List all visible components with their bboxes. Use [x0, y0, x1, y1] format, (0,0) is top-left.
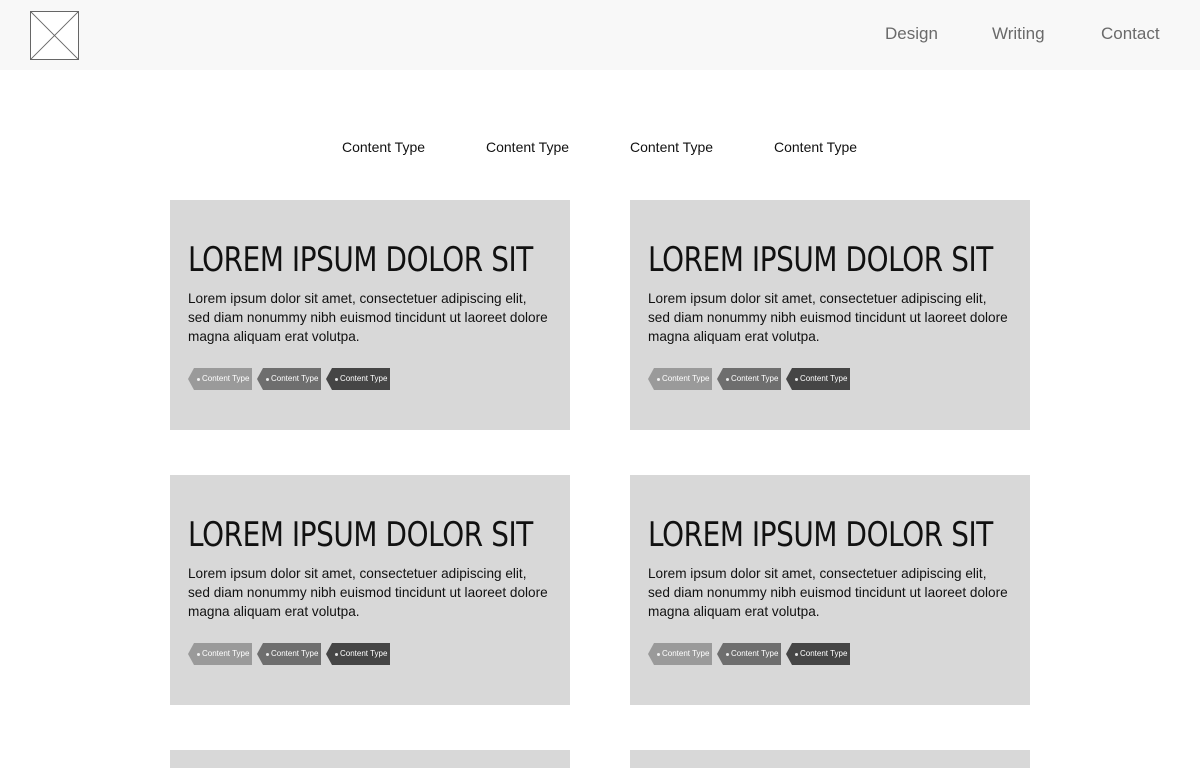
nav-link-writing[interactable]: Writing [992, 24, 1045, 46]
content-card-partial[interactable] [630, 750, 1030, 768]
tag-content-type[interactable]: Content Type [188, 643, 252, 665]
card-description: Lorem ipsum dolor sit amet, consectetuer… [648, 291, 1008, 344]
card-title: Lorem ipsum dolor sit [188, 515, 533, 555]
filter-content-type-1[interactable]: Content Type [342, 139, 425, 155]
tag-content-type[interactable]: Content Type [326, 643, 390, 665]
card-tags: Content Type Content Type Content Type [188, 368, 552, 390]
card-tags: Content Type Content Type Content Type [648, 643, 1012, 665]
tag-content-type[interactable]: Content Type [786, 643, 850, 665]
content-card[interactable]: Lorem ipsum dolor sit Lorem ipsum dolor … [630, 200, 1030, 430]
card-title: Lorem ipsum dolor sit [188, 240, 533, 280]
card-title: Lorem ipsum dolor sit [648, 240, 993, 280]
site-header: Design Writing Contact [0, 0, 1200, 70]
tag-content-type[interactable]: Content Type [326, 368, 390, 390]
card-tags: Content Type Content Type Content Type [648, 368, 1012, 390]
card-description: Lorem ipsum dolor sit amet, consectetuer… [188, 566, 548, 619]
nav-link-contact[interactable]: Contact [1101, 24, 1160, 46]
card-tags: Content Type Content Type Content Type [188, 643, 552, 665]
content-card[interactable]: Lorem ipsum dolor sit Lorem ipsum dolor … [630, 475, 1030, 705]
tag-content-type[interactable]: Content Type [257, 643, 321, 665]
card-title: Lorem ipsum dolor sit [648, 515, 993, 555]
nav-link-design[interactable]: Design [885, 24, 938, 46]
card-description: Lorem ipsum dolor sit amet, consectetuer… [188, 291, 548, 344]
tag-content-type[interactable]: Content Type [717, 368, 781, 390]
filter-content-type-4[interactable]: Content Type [774, 139, 857, 155]
tag-content-type[interactable]: Content Type [257, 368, 321, 390]
tag-content-type[interactable]: Content Type [648, 643, 712, 665]
content-card[interactable]: Lorem ipsum dolor sit Lorem ipsum dolor … [170, 200, 570, 430]
tag-content-type[interactable]: Content Type [786, 368, 850, 390]
tag-content-type[interactable]: Content Type [188, 368, 252, 390]
filter-content-type-3[interactable]: Content Type [630, 139, 713, 155]
card-description: Lorem ipsum dolor sit amet, consectetuer… [648, 566, 1008, 619]
content-card-partial[interactable] [170, 750, 570, 768]
tag-content-type[interactable]: Content Type [648, 368, 712, 390]
logo-placeholder-icon[interactable] [30, 11, 79, 60]
content-card[interactable]: Lorem ipsum dolor sit Lorem ipsum dolor … [170, 475, 570, 705]
tag-content-type[interactable]: Content Type [717, 643, 781, 665]
filter-content-type-2[interactable]: Content Type [486, 139, 569, 155]
